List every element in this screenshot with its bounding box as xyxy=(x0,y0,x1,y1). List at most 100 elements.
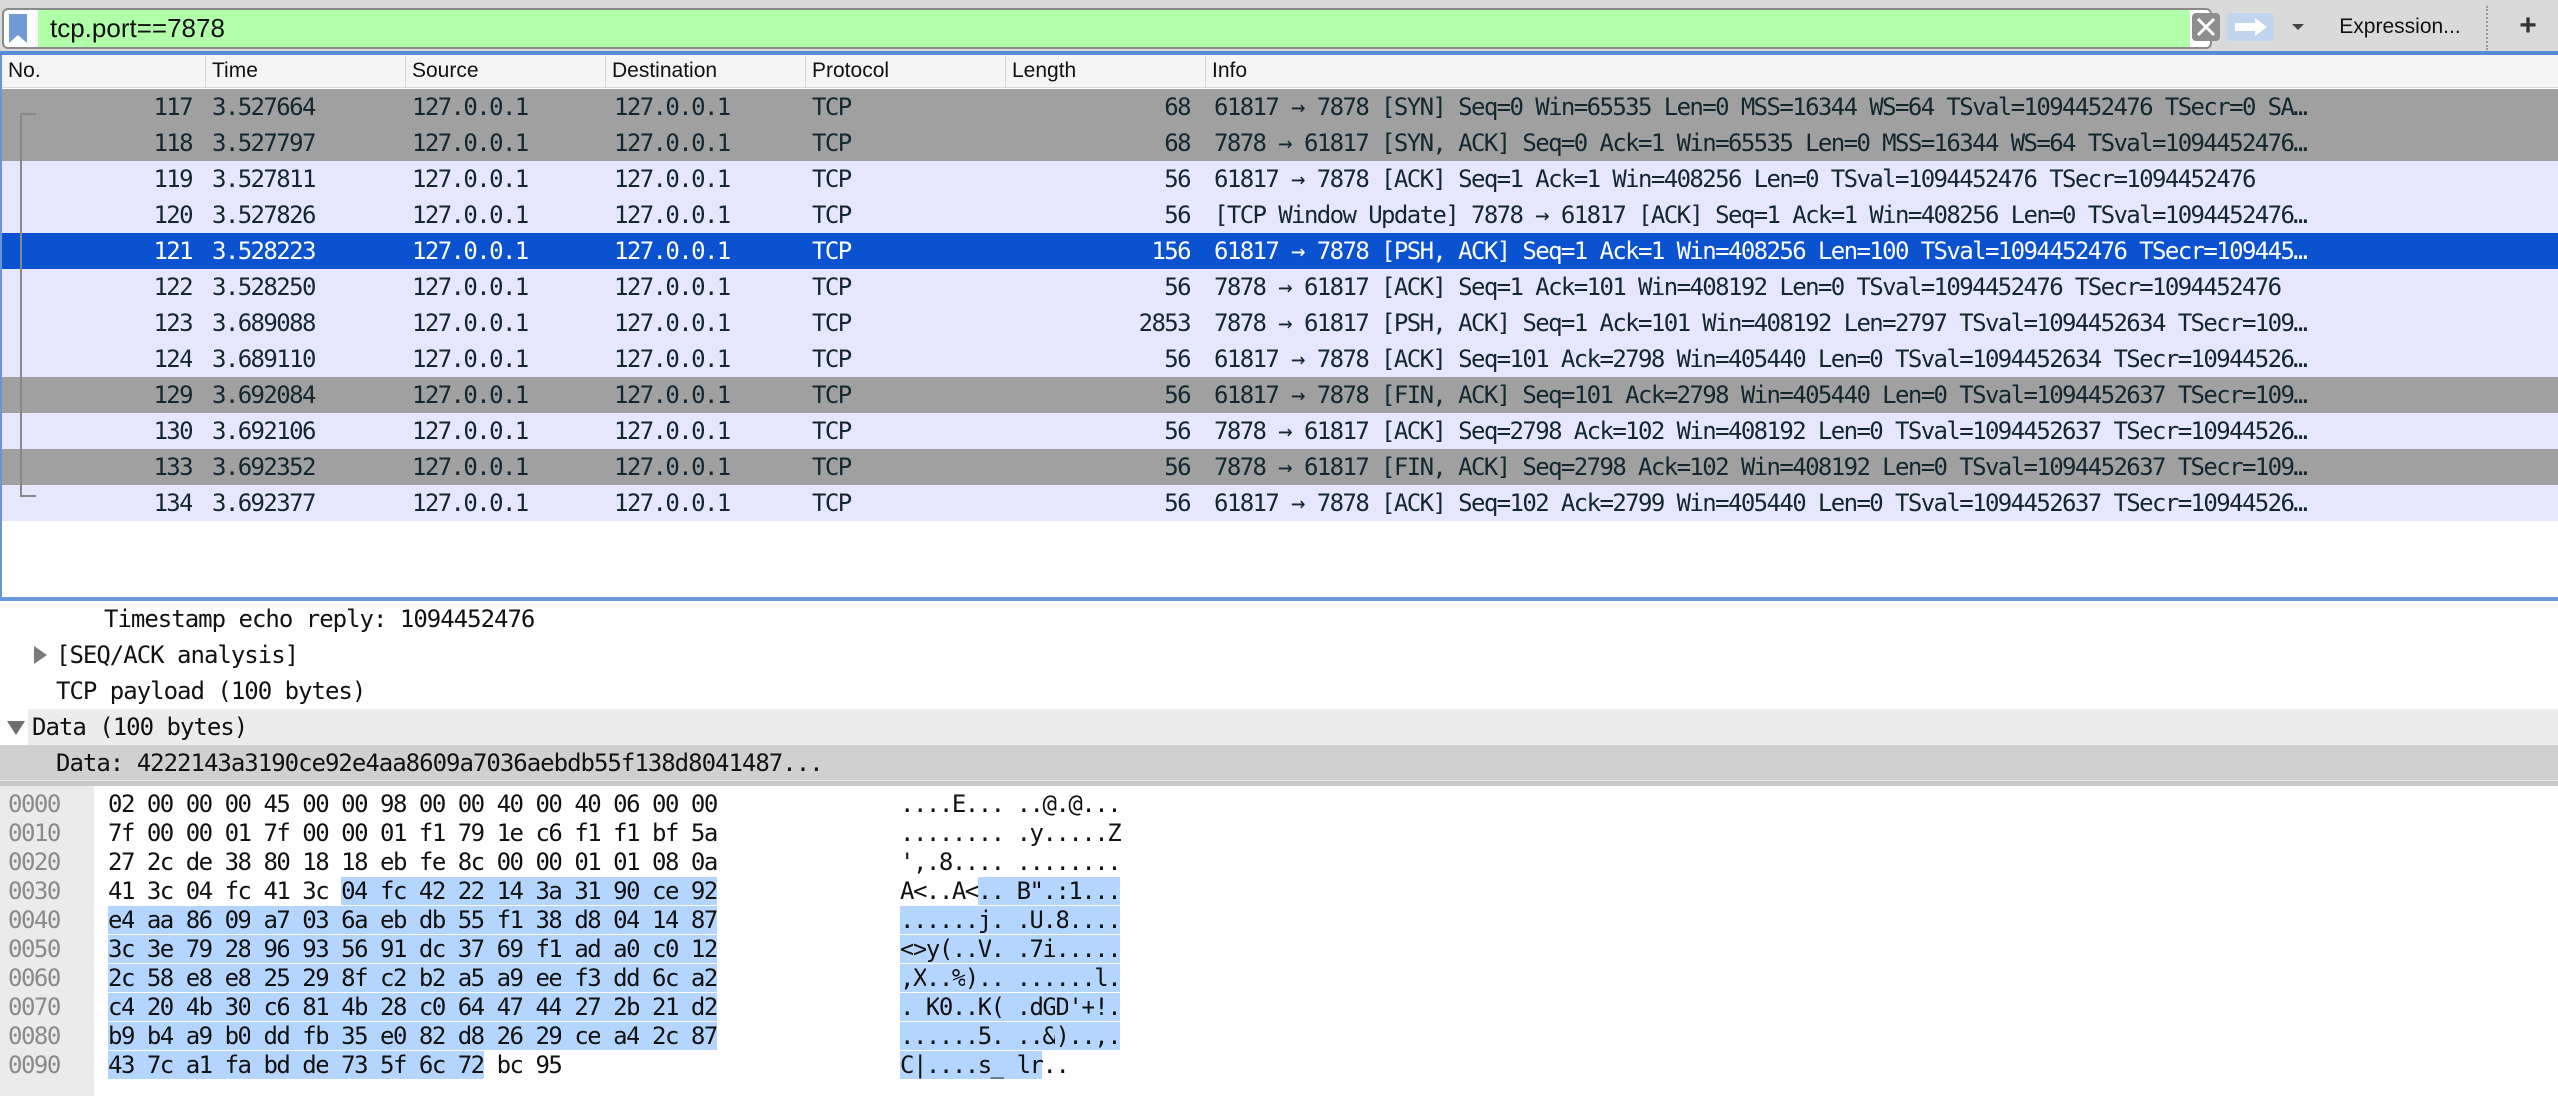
hex-byte[interactable]: 79 xyxy=(458,819,485,847)
packet-row[interactable]: 118 3.527797 127.0.0.1 127.0.0.1 TCP 68 7878 →… xyxy=(2,125,2558,161)
hex-byte[interactable]: 00 xyxy=(691,790,718,818)
ascii-bytes[interactable]: . K0..K( .dGD'+!. xyxy=(900,993,1122,1022)
hex-byte[interactable]: 82 xyxy=(418,1022,446,1050)
hex-byte[interactable]: 64 xyxy=(457,993,485,1021)
hex-byte[interactable]: a9 xyxy=(496,964,524,992)
hex-byte[interactable]: 5a xyxy=(691,819,718,847)
hex-byte[interactable]: 3c xyxy=(108,935,135,963)
hex-bytes[interactable]: 7f 00 00 01 7f 00 00 01 f1 79 1e c6 f1 f… xyxy=(108,819,718,848)
ascii-bytes[interactable]: ......j. .U.8.... xyxy=(900,906,1122,935)
hex-byte[interactable]: 25 xyxy=(263,964,291,992)
packet-row[interactable]: 133 3.692352 127.0.0.1 127.0.0.1 TCP 56 7878 →… xyxy=(2,449,2558,485)
hex-byte[interactable]: b2 xyxy=(418,964,446,992)
bookmark-icon[interactable] xyxy=(8,14,28,43)
hex-byte[interactable]: 87 xyxy=(690,906,718,934)
hex-byte[interactable]: f1 xyxy=(419,819,446,847)
hex-byte[interactable]: 18 xyxy=(341,848,368,876)
hex-byte[interactable]: 00 xyxy=(535,848,562,876)
hex-bytes[interactable]: 43 7c a1 fa bd de 73 5f 6c 72 bc 95 xyxy=(108,1051,563,1080)
hex-byte[interactable]: c4 xyxy=(108,993,135,1021)
packet-row[interactable]: 119 3.527811 127.0.0.1 127.0.0.1 TCP 56 61817 … xyxy=(2,161,2558,197)
hex-byte[interactable]: 42 xyxy=(418,877,446,905)
column-header-protocol[interactable]: Protocol xyxy=(805,55,1005,87)
packet-details-tree[interactable]: Timestamp echo reply: 1094452476 [SEQ/ACK… xyxy=(0,601,2558,781)
packet-list[interactable]: No. Time Source Destination Protocol Len… xyxy=(0,55,2558,597)
ascii-bytes[interactable]: ....E... ..@.@... xyxy=(900,790,1122,819)
packet-row[interactable]: 123 3.689088 127.0.0.1 127.0.0.1 TCP 2853 7878… xyxy=(2,305,2558,341)
packet-row[interactable]: 124 3.689110 127.0.0.1 127.0.0.1 TCP 56 61817 … xyxy=(2,341,2558,377)
hex-byte[interactable]: 01 xyxy=(613,848,640,876)
hex-byte[interactable]: 4b xyxy=(185,993,213,1021)
hex-byte[interactable]: 4b xyxy=(341,993,369,1021)
hex-byte[interactable]: 3a xyxy=(535,877,563,905)
hex-byte[interactable]: 12 xyxy=(690,935,718,963)
filter-history-dropdown[interactable] xyxy=(2283,13,2313,41)
hex-byte[interactable]: 95 xyxy=(535,1051,562,1079)
display-filter-field[interactable] xyxy=(2,8,2212,49)
hex-byte[interactable]: 2b xyxy=(613,993,641,1021)
hex-byte[interactable]: a1 xyxy=(185,1051,213,1079)
hex-byte[interactable]: e0 xyxy=(380,1022,407,1050)
packet-row-selected[interactable]: 121 3.528223 127.0.0.1 127.0.0.1 TCP 156 61817… xyxy=(2,233,2558,269)
hex-byte[interactable]: 03 xyxy=(302,906,330,934)
hex-byte[interactable]: 00 xyxy=(302,819,329,847)
ascii-bytes[interactable]: ',.8.... ........ xyxy=(900,848,1122,877)
hex-byte[interactable]: b4 xyxy=(146,1022,174,1050)
hex-byte[interactable]: 00 xyxy=(341,819,368,847)
hex-byte[interactable]: 26 xyxy=(496,1022,524,1050)
hex-byte[interactable]: e8 xyxy=(224,964,252,992)
hex-byte[interactable]: 29 xyxy=(302,964,330,992)
hex-byte[interactable]: b0 xyxy=(224,1022,252,1050)
hex-byte[interactable]: 00 xyxy=(419,790,446,818)
hex-byte[interactable]: 7c xyxy=(146,1051,174,1079)
ascii-bytes[interactable]: ........ .y.....Z xyxy=(900,819,1122,848)
hex-byte[interactable]: 47 xyxy=(496,993,524,1021)
hex-byte[interactable]: dc xyxy=(418,935,446,963)
ascii-bytes[interactable]: <>y(..V. .7i..... xyxy=(900,935,1122,964)
hex-byte[interactable]: a0 xyxy=(613,935,641,963)
hex-byte[interactable]: 41 xyxy=(263,877,290,905)
hex-byte[interactable]: 00 xyxy=(186,790,213,818)
hex-byte[interactable]: 38 xyxy=(225,848,252,876)
hex-byte[interactable]: a4 xyxy=(613,1022,641,1050)
hex-byte[interactable]: 81 xyxy=(302,993,330,1021)
hex-byte[interactable]: 8f xyxy=(341,964,369,992)
hex-byte[interactable]: 7f xyxy=(108,819,135,847)
hex-byte[interactable]: 00 xyxy=(147,819,174,847)
hex-byte[interactable]: 00 xyxy=(497,848,524,876)
packet-row[interactable]: 122 3.528250 127.0.0.1 127.0.0.1 TCP 56 7878 →… xyxy=(2,269,2558,305)
hex-byte[interactable]: 80 xyxy=(263,848,290,876)
hex-bytes[interactable]: 27 2c de 38 80 18 18 eb fe 8c 00 00 01 0… xyxy=(108,848,718,877)
column-header-source[interactable]: Source xyxy=(405,55,605,87)
hex-byte[interactable]: 98 xyxy=(380,790,407,818)
hex-byte[interactable]: 00 xyxy=(341,790,368,818)
hex-byte[interactable]: 04 xyxy=(613,906,641,934)
hex-byte[interactable]: 87 xyxy=(690,1022,718,1050)
hex-byte[interactable]: 14 xyxy=(496,877,524,905)
hex-byte[interactable]: 31 xyxy=(574,877,602,905)
packet-row[interactable]: 134 3.692377 127.0.0.1 127.0.0.1 TCP 56 61817 … xyxy=(2,485,2558,521)
hex-byte[interactable]: c0 xyxy=(418,993,446,1021)
hex-byte[interactable]: 27 xyxy=(574,993,602,1021)
apply-filter-button[interactable] xyxy=(2227,13,2274,41)
detail-tree-item[interactable]: TCP payload (100 bytes) xyxy=(0,673,2558,709)
hex-byte[interactable]: 43 xyxy=(108,1051,135,1079)
hex-byte[interactable]: bc xyxy=(497,1051,524,1079)
hex-byte[interactable]: 00 xyxy=(458,790,485,818)
column-header-destination[interactable]: Destination xyxy=(605,55,805,87)
hex-byte[interactable]: 2c xyxy=(147,848,174,876)
hex-byte[interactable]: de xyxy=(302,1051,330,1079)
ascii-bytes[interactable]: A<..A<.. B".:1... xyxy=(900,877,1122,906)
hex-bytes[interactable]: 2c 58 e8 e8 25 29 8f c2 b2 a5 a9 ee f3 d… xyxy=(108,964,718,993)
hex-byte[interactable]: a7 xyxy=(263,906,291,934)
hex-byte[interactable]: 6c xyxy=(652,964,679,992)
ascii-bytes[interactable]: ......5. ..&)..,. xyxy=(900,1022,1122,1051)
hex-byte[interactable]: dd xyxy=(263,1022,291,1050)
hex-byte[interactable]: 00 xyxy=(147,790,174,818)
clear-filter-button[interactable] xyxy=(2192,13,2220,41)
hex-byte[interactable]: 3e xyxy=(146,935,174,963)
column-header-time[interactable]: Time xyxy=(205,55,405,87)
hex-byte[interactable]: 56 xyxy=(341,935,369,963)
hex-byte[interactable]: 73 xyxy=(341,1051,369,1079)
hex-byte[interactable]: db xyxy=(418,906,446,934)
